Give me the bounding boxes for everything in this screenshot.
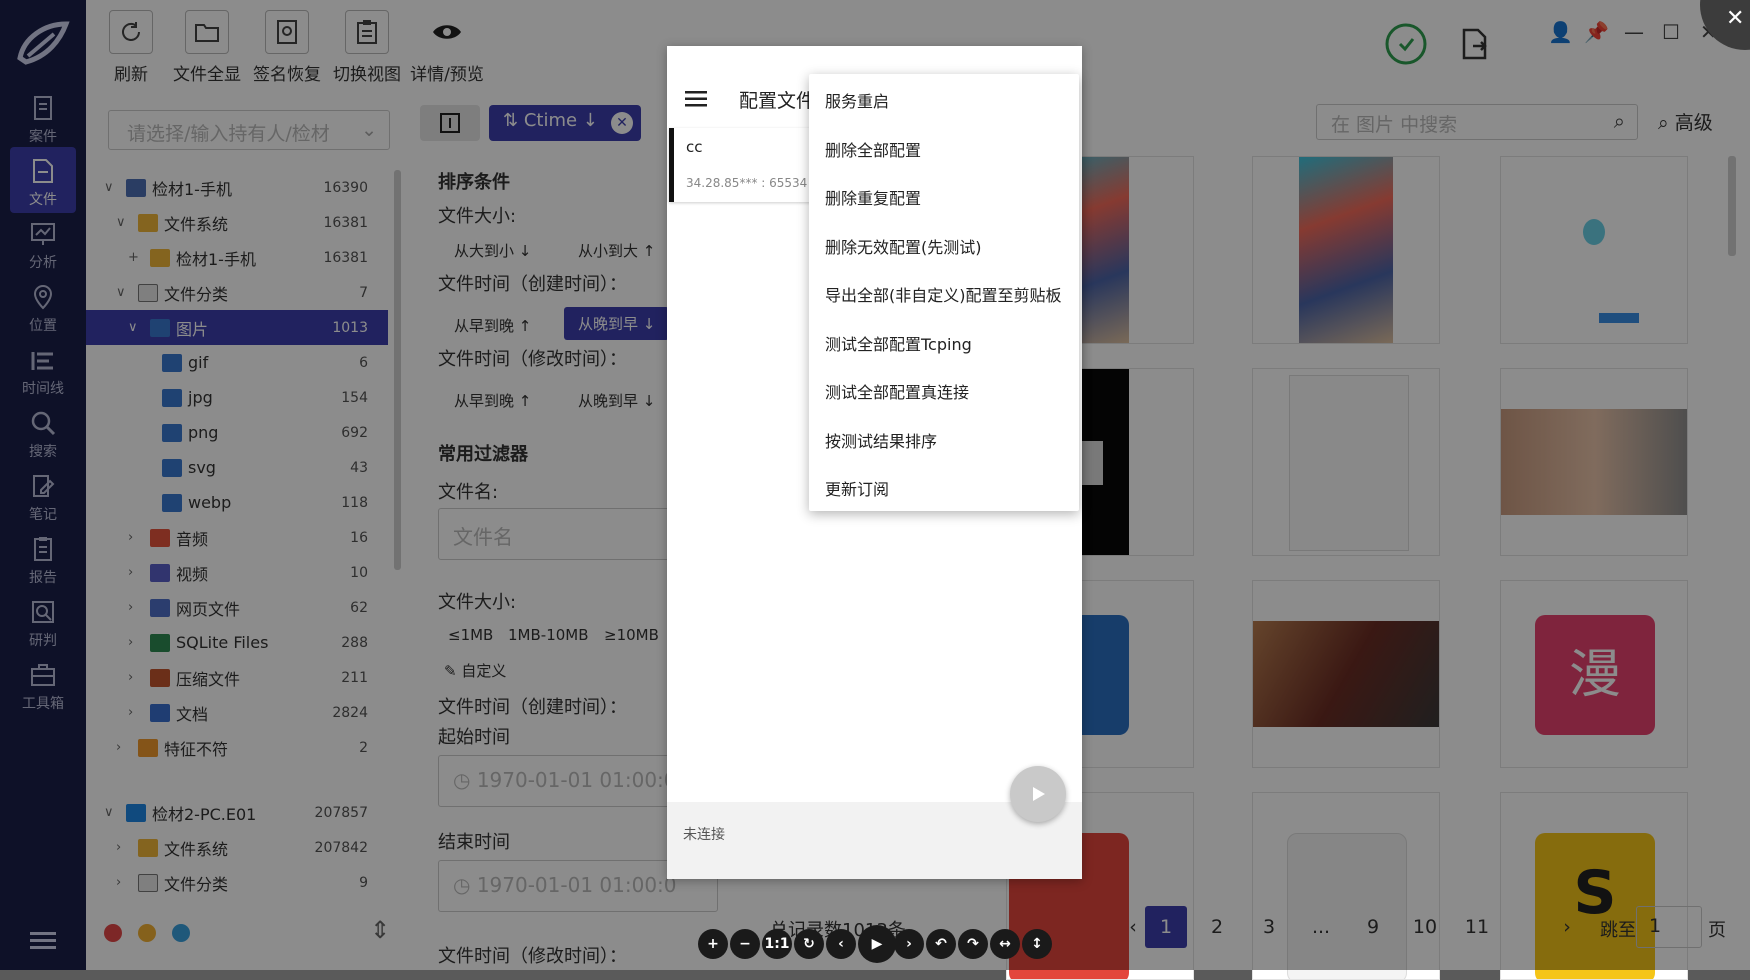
flip-horizontal-icon[interactable]: ↔ [990, 929, 1020, 959]
menu-item[interactable]: 导出全部(非自定义)配置至剪贴板 [825, 282, 1062, 306]
connection-status: 未连接 [683, 827, 725, 843]
server-address: 34.28.85*** : 65534 [686, 176, 808, 190]
server-card[interactable]: cc 34.28.85*** : 65534 [669, 128, 811, 202]
dialog-title: 配置文件 [739, 90, 809, 112]
actual-size-icon[interactable]: 1:1 [762, 929, 792, 959]
menu-item[interactable]: 按测试结果排序 [825, 428, 937, 452]
next-icon[interactable]: › [894, 929, 924, 959]
menu-item[interactable]: 删除重复配置 [825, 185, 921, 209]
config-menu: 服务重启删除全部配置 删除重复配置删除无效配置(先测试) 导出全部(非自定义)配置至… [809, 74, 1079, 511]
flip-vertical-icon[interactable]: ↕ [1022, 929, 1052, 959]
play-icon [1033, 787, 1045, 801]
menu-item[interactable]: 更新订阅 [825, 476, 889, 500]
menu-item[interactable]: 测试全部配置Tcping [825, 331, 972, 355]
menu-item[interactable]: 测试全部配置真连接 [825, 379, 969, 403]
zoom-in-icon[interactable]: + [698, 929, 728, 959]
undo-icon[interactable]: ↶ [926, 929, 956, 959]
start-connect-button[interactable] [1010, 766, 1066, 822]
server-name: cc [686, 138, 703, 156]
play-icon[interactable]: ▶ [858, 925, 896, 963]
redo-icon[interactable]: ↷ [958, 929, 988, 959]
forensics-app: 案件 文件 分析 位置 时间线 搜索 笔记 报告 研判 工具箱 刷新 文件全显 签名恢复 切换视图… [0, 0, 1750, 980]
close-icon: ✕ [1726, 6, 1745, 31]
menu-item[interactable]: 删除全部配置 [825, 137, 921, 161]
prev-icon[interactable]: ‹ [826, 929, 856, 959]
menu-item[interactable]: 服务重启 [825, 88, 889, 112]
zoom-out-icon[interactable]: − [730, 929, 760, 959]
hamburger-icon[interactable] [685, 90, 707, 108]
menu-item[interactable]: 删除无效配置(先测试) [825, 234, 982, 258]
rotate-icon[interactable]: ↻ [794, 929, 824, 959]
